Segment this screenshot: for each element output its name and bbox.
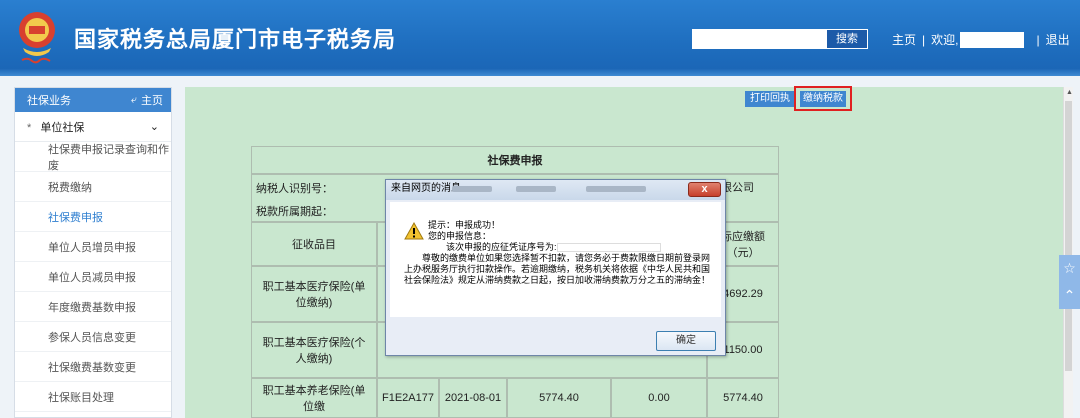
print-receipt-button[interactable]: 打印回执: [745, 91, 795, 107]
table-row-date: 2021-08-01: [439, 378, 507, 418]
sidebar-home-link[interactable]: ⤶ 主页: [131, 92, 163, 108]
col-header-item: 征收品目: [251, 222, 377, 266]
chevron-down-icon: ⌄: [149, 121, 159, 133]
form-title: 社保费申报: [251, 146, 779, 174]
sidebar-item[interactable]: 社保费申报记录查询和作废: [15, 142, 171, 172]
header-bar: 国家税务总局厦门市电子税务局 搜索 主页 | 欢迎, | 退出: [0, 0, 1080, 76]
sidebar-header-label: 社保业务: [27, 95, 71, 107]
site-title: 国家税务总局厦门市电子税务局: [74, 27, 397, 52]
table-row-item: 职工基本医疗保险(个人缴纳): [251, 322, 377, 378]
pay-tax-button[interactable]: 缴纳税款: [800, 91, 846, 107]
blurred-title-text: [452, 186, 492, 192]
dialog-line-info: 您的申报信息：: [428, 231, 492, 241]
username-box: [960, 31, 1025, 48]
sidebar-item-active[interactable]: 社保费申报: [15, 202, 171, 232]
sidebar-item[interactable]: 参保人员信息变更: [15, 322, 171, 352]
top-nav: 主页 | 欢迎, | 退出: [892, 31, 1070, 48]
back-arrow-icon: ⤶: [130, 93, 137, 106]
dialog-body: 提示：申报成功！ 您的申报信息： 该次申报的应征凭证序号为: 尊敬的缴费单位如果…: [390, 202, 721, 317]
nav-separator: |: [1036, 32, 1040, 47]
sidebar-group-unit-social-security[interactable]: * 单位社保 ⌄: [15, 112, 171, 142]
welcome-text: 欢迎,: [931, 33, 959, 47]
sidebar-item[interactable]: 社保账目处理: [15, 382, 171, 412]
table-row-code: F1E2A177: [377, 378, 439, 418]
search-input[interactable]: [692, 29, 826, 49]
table-row-item: 职工基本养老保险(单位缴: [251, 378, 377, 418]
voucher-number-field: [556, 243, 661, 253]
sidebar: 社保业务 ⤶ 主页 * 单位社保 ⌄ 社保费申报记录查询和作废 税费缴纳 社保费…: [14, 87, 172, 418]
nav-home-link[interactable]: 主页: [892, 31, 916, 48]
scroll-up-icon[interactable]: ▲: [1066, 89, 1073, 96]
search-button[interactable]: 搜索: [826, 29, 868, 49]
sidebar-item[interactable]: 单位人员增员申报: [15, 232, 171, 262]
back-to-top-icon[interactable]: ⌃: [1059, 282, 1080, 309]
nav-separator: |: [922, 32, 926, 47]
dialog-title-text: 来自网页的消息: [391, 183, 461, 194]
star-icon[interactable]: ☆: [1059, 255, 1080, 282]
sidebar-item[interactable]: 社保缴费基数变更: [15, 352, 171, 382]
vertical-scrollbar[interactable]: ▲: [1063, 87, 1073, 418]
message-dialog: 来自网页的消息 x 提示：申报成功！ 您的申报信息： 该次申报的应征凭证序号为:…: [385, 179, 726, 356]
dialog-line-success: 提示：申报成功！: [428, 220, 501, 230]
sidebar-header: 社保业务 ⤶ 主页: [15, 88, 171, 112]
dialog-line-notice: 尊敬的缴费单位如果您选择暂不扣款，请您务必于费款限缴日期前登录网上办税服务厅执行…: [404, 253, 711, 285]
dialog-line-voucher: 该次申报的应征凭证序号为:: [446, 242, 557, 252]
table-row-relief: 0.00: [611, 378, 707, 418]
scroll-thumb[interactable]: [1065, 101, 1072, 371]
sidebar-home-label: 主页: [141, 95, 163, 107]
blurred-title-text: [586, 186, 646, 192]
company-name-suffix: 限公司: [721, 182, 754, 194]
warning-icon: [404, 222, 424, 240]
sidebar-group-label: 单位社保: [40, 121, 85, 134]
bullet-icon: *: [27, 121, 32, 134]
national-emblem-icon: [19, 12, 55, 64]
sidebar-item[interactable]: 单位人员减员申报: [15, 262, 171, 292]
logout-link[interactable]: 退出: [1046, 31, 1070, 48]
table-row-actual: 5774.40: [707, 378, 779, 418]
sidebar-item[interactable]: 税费缴纳: [15, 172, 171, 202]
blurred-title-text: [516, 186, 556, 192]
table-row-base: 5774.40: [507, 378, 611, 418]
dialog-ok-button[interactable]: 确定: [656, 331, 716, 351]
dialog-close-button[interactable]: x: [688, 182, 721, 197]
pay-tax-highlight: 缴纳税款: [794, 86, 852, 111]
table-row-item: 职工基本医疗保险(单位缴纳): [251, 266, 377, 322]
floating-tools: ☆ ⌃: [1059, 255, 1080, 309]
sidebar-item[interactable]: 年度缴费基数申报: [15, 292, 171, 322]
dialog-message: 提示：申报成功！ 您的申报信息： 该次申报的应征凭证序号为: 尊敬的缴费单位如果…: [404, 220, 716, 286]
